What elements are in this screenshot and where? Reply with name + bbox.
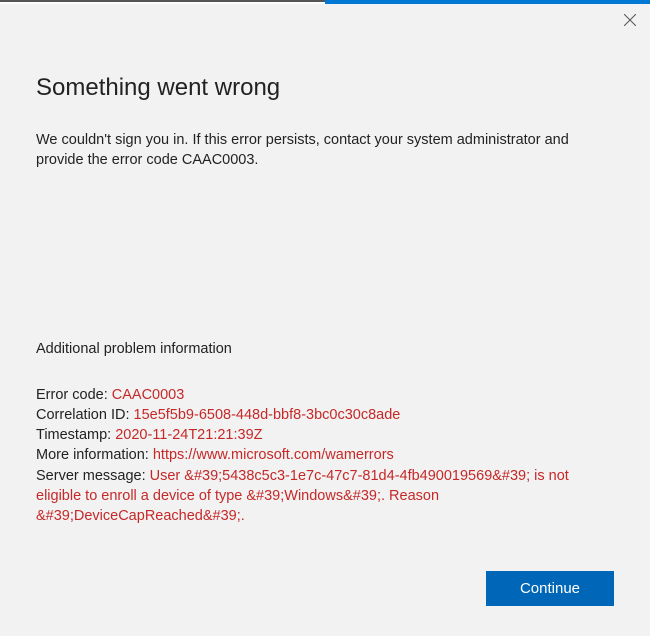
button-row: Continue xyxy=(486,571,614,606)
timestamp-value: 2020-11-24T21:21:39Z xyxy=(115,427,262,443)
more-info-row: More information: https://www.microsoft.… xyxy=(36,445,614,465)
error-code-label: Error code: xyxy=(36,387,112,403)
correlation-id-row: Correlation ID: 15e5f5b9-6508-448d-bbf8-… xyxy=(36,405,614,425)
error-dialog: Something went wrong We couldn't sign yo… xyxy=(0,4,650,636)
continue-button[interactable]: Continue xyxy=(486,571,614,606)
dialog-description: We couldn't sign you in. If this error p… xyxy=(36,130,614,171)
dialog-heading: Something went wrong xyxy=(36,74,614,102)
error-code-row: Error code: CAAC0003 xyxy=(36,385,614,405)
more-info-link[interactable]: https://www.microsoft.com/wamerrors xyxy=(153,447,394,463)
timestamp-row: Timestamp: 2020-11-24T21:21:39Z xyxy=(36,425,614,445)
timestamp-label: Timestamp: xyxy=(36,427,115,443)
titlebar xyxy=(0,4,650,36)
error-code-value: CAAC0003 xyxy=(112,387,185,403)
more-info-label: More information: xyxy=(36,447,153,463)
dialog-content: Something went wrong We couldn't sign yo… xyxy=(0,36,650,527)
error-details: Error code: CAAC0003 Correlation ID: 15e… xyxy=(36,385,614,527)
close-icon[interactable] xyxy=(624,14,636,26)
correlation-id-label: Correlation ID: xyxy=(36,407,134,423)
additional-info-heading: Additional problem information xyxy=(36,341,614,357)
more-info-url[interactable]: https://www.microsoft.com/wamerrors xyxy=(153,447,394,463)
server-message-label: Server message: xyxy=(36,468,150,484)
server-message-row: Server message: User &#39;5438c5c3-1e7c-… xyxy=(36,466,614,527)
correlation-id-value: 15e5f5b9-6508-448d-bbf8-3bc0c30c8ade xyxy=(134,407,401,423)
